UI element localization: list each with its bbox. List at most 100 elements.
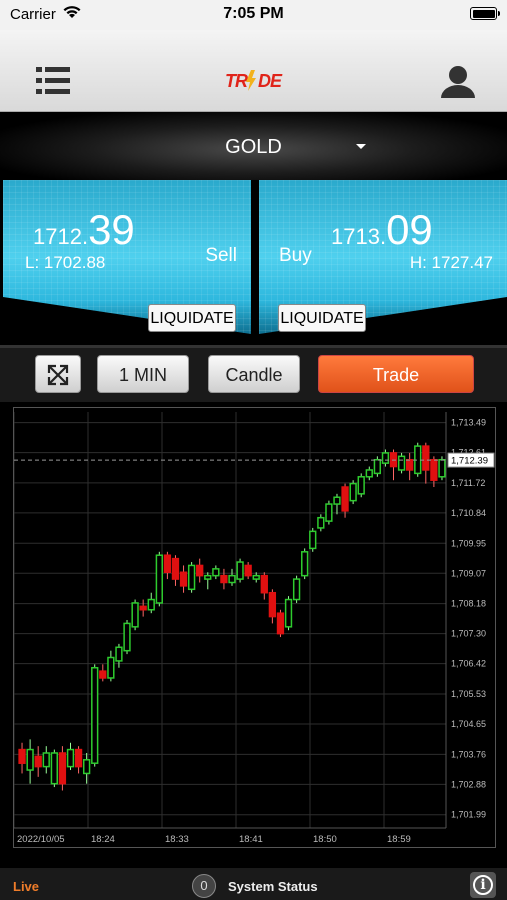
candle-body [301, 551, 309, 577]
candle-body [82, 759, 91, 775]
candle-body [91, 666, 99, 764]
system-status-label[interactable]: System Status [228, 879, 318, 894]
candle-body [171, 557, 180, 580]
candle-body [115, 646, 123, 662]
y-tick-label: 1,703.76 [451, 749, 486, 759]
candle-body [333, 496, 341, 505]
svg-text:DE: DE [258, 71, 283, 91]
footer-bar: Live 0 System Status i [0, 868, 507, 900]
candle-body [147, 598, 155, 611]
candle-body [260, 574, 268, 594]
status-bar: Carrier 7:05 PM [0, 0, 507, 30]
candle-body [228, 574, 236, 584]
candle-body [349, 482, 357, 502]
candle-body [196, 564, 204, 577]
expand-icon [47, 364, 69, 386]
candle-body [438, 458, 446, 478]
y-tick-label: 1,706.42 [451, 659, 486, 669]
candle-body [244, 564, 252, 577]
liquidate-buy-button[interactable]: LIQUIDATE [278, 304, 366, 332]
candle-body [309, 530, 317, 550]
candle-body [292, 578, 301, 601]
svg-text:TR: TR [225, 71, 248, 91]
candle-body [220, 574, 228, 584]
candle-body [284, 598, 293, 628]
buy-label: Buy [279, 245, 312, 266]
buy-price: 1713.09 [331, 206, 433, 254]
candle-body [66, 748, 75, 768]
candle-body [99, 670, 107, 679]
symbol-selector[interactable]: GOLD [0, 112, 507, 180]
candle-body [34, 755, 42, 768]
candle-body [50, 752, 58, 785]
y-tick-label: 1,709.95 [451, 538, 486, 548]
candle-body [58, 752, 67, 785]
candle-body [268, 591, 277, 618]
candle-body [139, 605, 147, 611]
candle-body [341, 486, 349, 512]
y-tick-label: 1,704.65 [451, 719, 486, 729]
y-tick-label: 1,713.49 [451, 418, 486, 428]
candle-body [252, 574, 260, 580]
trade-button[interactable]: Trade [318, 355, 474, 393]
clock: 7:05 PM [223, 5, 284, 22]
candle-body [187, 564, 196, 591]
x-tick-label: 18:41 [239, 834, 263, 845]
candle-body [397, 455, 406, 471]
y-tick-label: 1,707.30 [451, 629, 486, 639]
sell-price-dec: 39 [88, 206, 135, 253]
menu-icon[interactable] [36, 66, 70, 96]
y-tick-label: 1,705.53 [451, 689, 486, 699]
y-tick-label: 1,701.99 [451, 810, 486, 820]
candle-body [74, 748, 83, 768]
high-label: H: 1727.47 [409, 253, 493, 272]
symbol-name: GOLD [225, 136, 282, 158]
last-price-label: 1,712.39 [451, 456, 488, 467]
candle-body [212, 568, 220, 577]
liquidate-sell-button[interactable]: LIQUIDATE [148, 304, 236, 332]
candle-body [155, 554, 163, 604]
candle-body [325, 503, 333, 522]
x-tick-label: 2022/10/05 [17, 834, 65, 845]
candle-body [357, 476, 365, 495]
info-button[interactable]: i [470, 872, 496, 898]
y-tick-label: 1,711.72 [451, 478, 485, 488]
candle-body [276, 612, 285, 635]
y-tick-label: 1,708.18 [451, 599, 486, 609]
candle-body [406, 458, 414, 471]
x-tick-label: 18:24 [91, 834, 115, 845]
candle-body [123, 622, 131, 652]
candle-body [365, 469, 373, 478]
live-indicator: Live [13, 879, 40, 894]
system-status-count[interactable]: 0 [192, 874, 216, 898]
expand-chart-button[interactable] [35, 355, 81, 393]
y-tick-label: 1,702.88 [451, 779, 486, 789]
buy-price-dec: 09 [386, 206, 433, 253]
candle-body [163, 554, 172, 574]
x-tick-label: 18:59 [387, 834, 411, 845]
y-tick-label: 1,710.84 [451, 508, 486, 518]
x-tick-label: 18:33 [165, 834, 189, 845]
candle-body [373, 458, 382, 475]
candle-body [204, 574, 212, 580]
interval-button[interactable]: 1 MIN [97, 355, 189, 393]
user-icon[interactable] [440, 64, 476, 98]
candle-body [422, 445, 430, 471]
chart-type-button[interactable]: Candle [208, 355, 300, 393]
info-icon: i [473, 875, 493, 895]
candle-body [317, 516, 325, 529]
sell-price: 1712.39 [33, 206, 135, 254]
buy-price-int: 1713. [331, 224, 387, 249]
candle-body [179, 571, 188, 587]
candle-body [430, 458, 438, 481]
candle-body [236, 561, 244, 580]
price-chart[interactable]: 1,713.49 1,712.61 1,711.72 1,710.84 1,709.95… [13, 407, 496, 848]
candle-body [26, 748, 34, 771]
low-label: L: 1702.88 [25, 253, 106, 272]
sell-label: Sell [205, 245, 237, 266]
candle-body [107, 656, 115, 679]
candlestick-chart: 1,713.491,712.611,711.721,710.841,709.95… [13, 412, 495, 845]
candle-body [18, 748, 26, 764]
candle-body [42, 752, 50, 768]
sell-price-int: 1712. [33, 224, 89, 249]
